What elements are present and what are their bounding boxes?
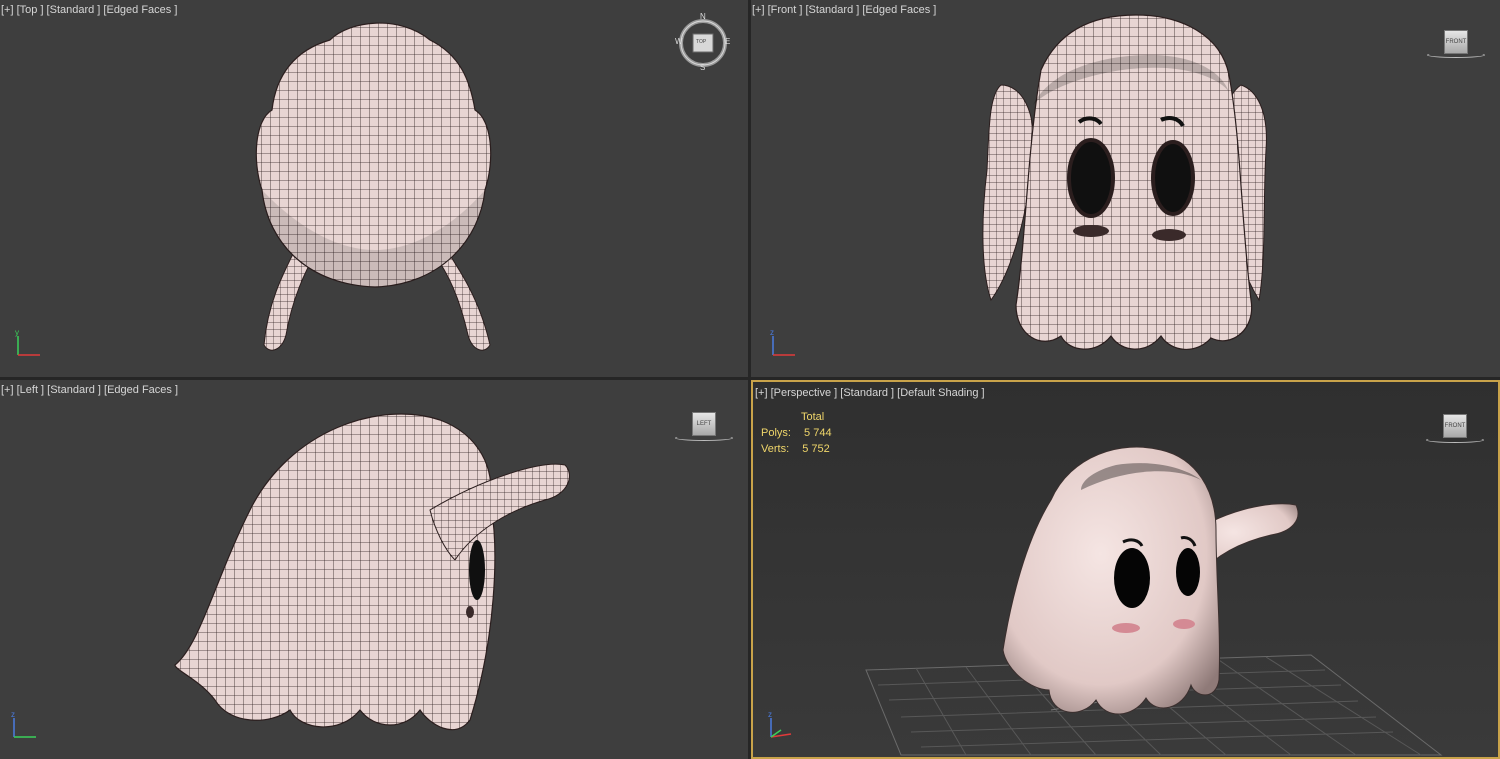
ghost-mesh-top — [255, 22, 492, 351]
compass-widget[interactable]: N E S W TOP — [675, 12, 730, 72]
svg-text:z: z — [768, 710, 772, 719]
svg-text:z: z — [11, 710, 15, 719]
viewport-top[interactable]: [+] [Top ] [Standard ] [Edged Faces ] N … — [0, 0, 748, 377]
viewcube-front-label[interactable]: FRONT — [1446, 39, 1467, 45]
viewcube-ring[interactable] — [1426, 437, 1484, 443]
axis-tripod: z — [768, 710, 792, 738]
axis-tripod: z — [11, 710, 36, 738]
compass-north[interactable]: N — [700, 12, 706, 21]
viewcube[interactable]: LEFT — [692, 412, 716, 436]
compass-south[interactable]: S — [700, 63, 705, 72]
viewport-left[interactable]: [+] [Left ] [Standard ] [Edged Faces ] L… — [0, 380, 748, 759]
viewcube-ring[interactable] — [1427, 52, 1485, 58]
axis-tripod: z — [770, 328, 795, 356]
perspective-scene — [865, 446, 1443, 756]
viewcube-ring[interactable] — [675, 435, 733, 441]
svg-text:z: z — [770, 328, 774, 337]
compass-west[interactable]: W — [675, 37, 683, 46]
viewcube-left-label[interactable]: LEFT — [697, 421, 712, 427]
viewcube[interactable]: FRONT — [1444, 30, 1468, 54]
viewcube-top-label[interactable]: TOP — [696, 39, 706, 45]
axis-tripod: y — [15, 328, 40, 356]
viewcube-perspective-label[interactable]: FRONT — [1445, 423, 1466, 429]
ghost-mesh-left — [174, 413, 570, 731]
svg-text:y: y — [15, 328, 19, 337]
viewport-perspective[interactable]: [+] [Perspective ] [Standard ] [Default … — [751, 380, 1500, 759]
viewcube[interactable]: FRONT — [1443, 414, 1467, 438]
compass-east[interactable]: E — [725, 37, 730, 46]
ghost-mesh-front — [982, 14, 1267, 351]
viewport-front[interactable]: [+] [Front ] [Standard ] [Edged Faces ] … — [751, 0, 1500, 377]
